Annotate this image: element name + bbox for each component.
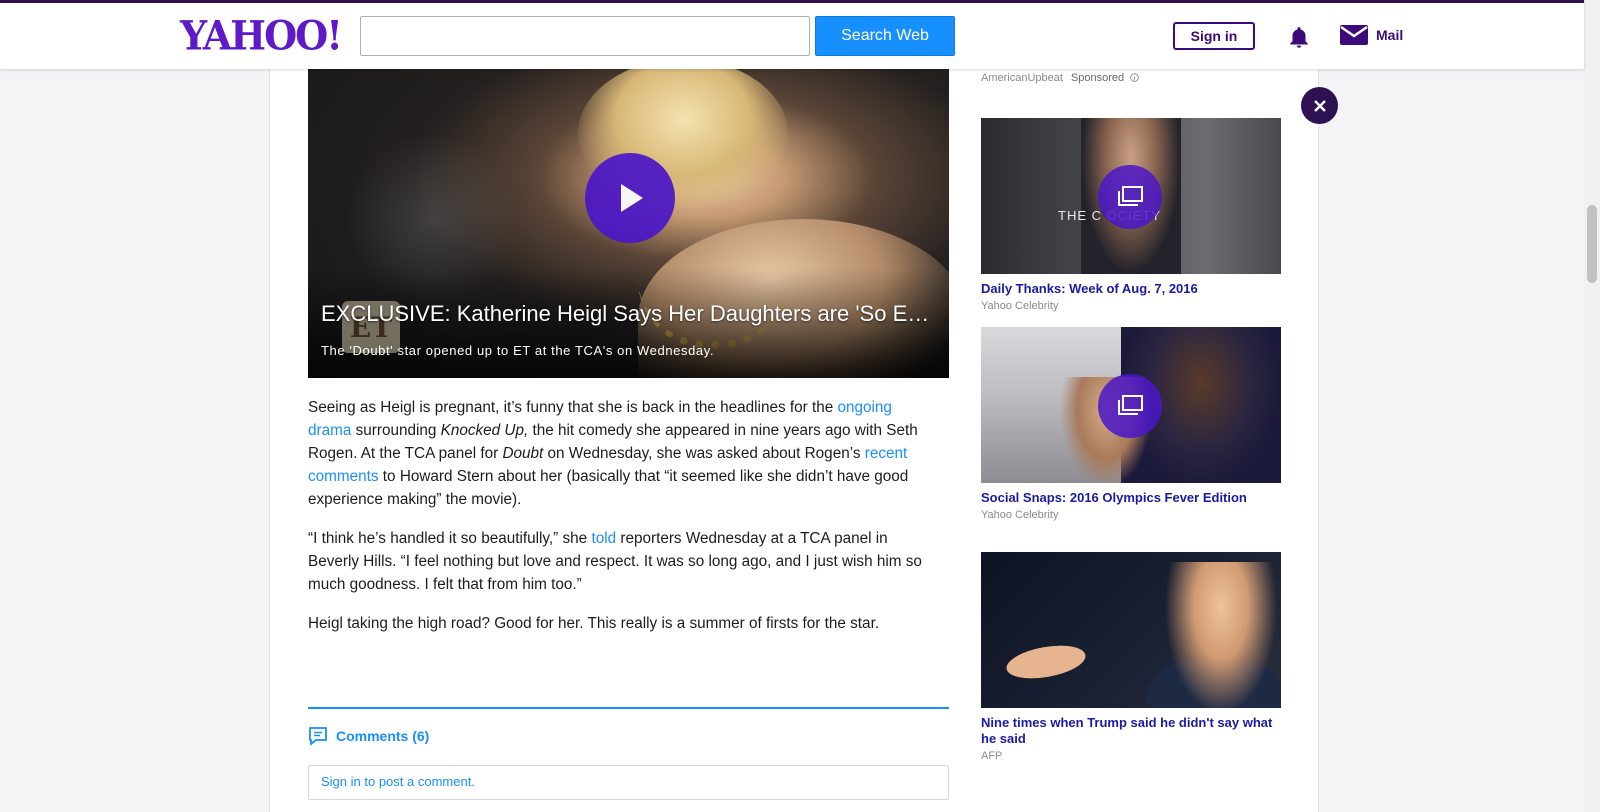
search-web-button[interactable]: Search Web: [815, 16, 955, 56]
sign-in-button[interactable]: Sign in: [1173, 22, 1255, 50]
card-title[interactable]: Nine times when Trump said he didn't say…: [981, 715, 1281, 747]
sponsor-source[interactable]: AmericanUpbeat: [981, 72, 1063, 84]
comments-divider: [308, 707, 949, 709]
mail-label: Mail: [1376, 27, 1404, 43]
video-caption: The 'Doubt' star opened up to ET at the …: [321, 343, 715, 358]
article-paragraph-3: Heigl taking the high road? Good for her…: [308, 615, 880, 632]
play-button[interactable]: [585, 153, 675, 243]
video-title[interactable]: EXCLUSIVE: Katherine Heigl Says Her Daug…: [321, 301, 936, 327]
scrollbar-thumb[interactable]: [1587, 205, 1597, 283]
close-ad-button[interactable]: [1301, 87, 1338, 124]
sign-in-to-comment-box[interactable]: Sign in to post a comment.: [308, 765, 949, 800]
article-paragraph-2: “I think he’s handled it so beautifully,…: [308, 530, 922, 593]
card-source: Yahoo Celebrity: [981, 300, 1059, 312]
search-input[interactable]: [360, 16, 810, 56]
video-player[interactable]: ET EXCLUSIVE: Katherine Heigl Says Her D…: [308, 69, 949, 378]
article-body: Seeing as Heigl is pregnant, it’s funny …: [308, 396, 938, 651]
yahoo-logo[interactable]: YAHOO!: [180, 12, 343, 59]
page-scrollbar[interactable]: [1584, 0, 1600, 812]
told-link[interactable]: told: [591, 530, 616, 547]
card-thumbnail[interactable]: [981, 552, 1281, 708]
notifications-bell-icon[interactable]: [1286, 25, 1312, 51]
sponsored-line: AmericanUpbeat Sponsored: [981, 72, 1140, 84]
top-header: YAHOO! Search Web Sign in Mail: [0, 0, 1584, 69]
comments-toggle[interactable]: Comments (6): [308, 726, 429, 746]
mail-envelope-icon: [1340, 25, 1368, 45]
sidebar-card-social-snaps[interactable]: Social Snaps: 2016 Olympics Fever Editio…: [981, 327, 1281, 521]
card-source: Yahoo Celebrity: [981, 509, 1059, 521]
card-title[interactable]: Daily Thanks: Week of Aug. 7, 2016: [981, 281, 1281, 297]
comments-count-label: Comments (6): [336, 728, 430, 744]
ad-info-icon[interactable]: [1130, 73, 1140, 82]
card-source: AFP: [981, 750, 1003, 762]
card-thumbnail[interactable]: THE C OCIETY: [981, 118, 1281, 274]
card-thumbnail[interactable]: [981, 327, 1281, 483]
sidebar-card-daily-thanks[interactable]: THE C OCIETY Daily Thanks: Week of Aug. …: [981, 118, 1281, 312]
play-icon: [621, 184, 643, 212]
comment-bubble-icon: [309, 727, 327, 746]
gallery-icon: [1098, 374, 1162, 438]
article-paragraph-1: Seeing as Heigl is pregnant, it’s funny …: [308, 399, 918, 508]
mail-link[interactable]: Mail: [1340, 25, 1403, 45]
close-icon: [1313, 99, 1326, 112]
sponsored-label: Sponsored: [1070, 72, 1125, 84]
gallery-icon: [1098, 165, 1162, 229]
sidebar-card-trump[interactable]: Nine times when Trump said he didn't say…: [981, 552, 1281, 762]
sign-in-to-comment-link[interactable]: Sign in to post a comment.: [321, 774, 475, 789]
card-title[interactable]: Social Snaps: 2016 Olympics Fever Editio…: [981, 490, 1281, 506]
